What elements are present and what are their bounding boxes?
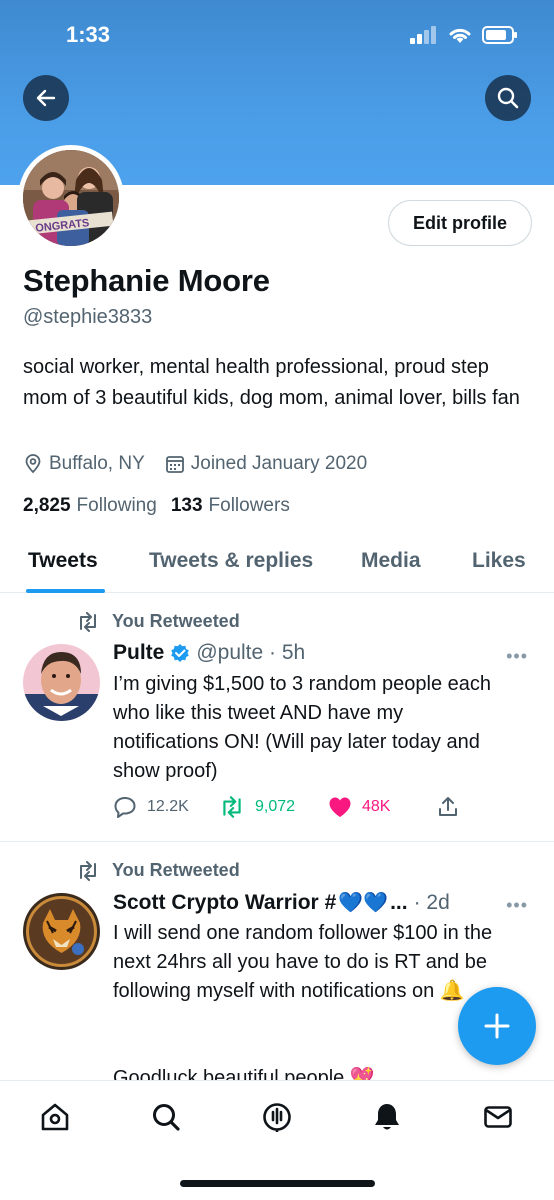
tweet-name-ellipsis: ... — [390, 890, 408, 914]
retweet-label: You Retweeted — [112, 860, 240, 880]
location-text: Buffalo, NY — [49, 453, 145, 474]
nav-home[interactable] — [37, 1099, 73, 1135]
reply-count: 12.2K — [147, 798, 189, 815]
tweet-handle-time: · 2d — [413, 890, 450, 914]
back-button[interactable] — [23, 75, 69, 121]
tweet-text: I’m giving $1,500 to 3 random people eac… — [113, 673, 492, 782]
wifi-icon — [449, 28, 471, 43]
followers-link[interactable]: 133 Followers — [171, 495, 290, 517]
nav-notifications[interactable] — [369, 1099, 405, 1135]
retweet-count: 9,072 — [255, 798, 296, 815]
profile-joined: Joined January 2020 — [165, 453, 367, 475]
share-button[interactable] — [437, 796, 459, 818]
followers-label: Followers — [208, 495, 290, 516]
like-count: 48K — [362, 798, 391, 815]
back-arrow-icon — [36, 89, 56, 107]
author-photo — [23, 893, 100, 970]
joined-text: Joined January 2020 — [190, 453, 368, 474]
calendar-icon — [165, 456, 184, 473]
share-icon — [439, 797, 457, 816]
battery-icon — [482, 26, 517, 44]
retweet-context: You Retweeted — [76, 860, 240, 881]
retweet-context: You Retweeted — [76, 611, 240, 632]
edit-profile-button[interactable]: Edit profile — [388, 200, 532, 246]
profile-avatar[interactable]: ONGRATS — [18, 145, 124, 251]
tweet-item[interactable]: You Retweeted Pulte @pulte · 5h ••• I’m … — [0, 594, 554, 842]
search-icon — [497, 87, 519, 109]
following-count: 2,825 — [23, 495, 71, 516]
nav-explore[interactable] — [148, 1099, 184, 1135]
following-label: Following — [76, 495, 157, 516]
home-icon — [41, 1103, 69, 1131]
nav-spaces[interactable] — [259, 1099, 295, 1135]
retweet-label: You Retweeted — [112, 611, 240, 631]
tweet-author-name[interactable]: Pulte — [113, 641, 164, 665]
retweet-icon — [223, 796, 241, 818]
heart-icon — [329, 797, 351, 817]
retweet-icon — [80, 611, 96, 632]
tab-media[interactable]: Media — [361, 549, 421, 573]
search-button[interactable] — [485, 75, 531, 121]
profile-tabs: Tweets Tweets & replies Media Likes — [0, 540, 554, 593]
notifications-bell-icon — [375, 1104, 399, 1130]
profile-location: Buffalo, NY — [23, 453, 145, 475]
tweet-handle-time: @pulte · 5h — [196, 641, 306, 664]
compose-plus-icon — [484, 1013, 510, 1039]
cellular-signal-icon — [410, 26, 436, 44]
reply-icon — [114, 797, 136, 818]
spaces-icon — [263, 1103, 291, 1132]
follow-stats: 2,825 Following 133 Followers — [23, 495, 304, 517]
home-indicator — [180, 1180, 375, 1187]
like-button[interactable]: 48K — [328, 796, 390, 818]
tweet-more-button[interactable]: ••• — [506, 646, 528, 667]
active-tab-indicator — [26, 589, 105, 593]
messages-envelope-icon — [484, 1106, 512, 1128]
tweet-author-avatar[interactable] — [23, 644, 100, 721]
tweet-more-button[interactable]: ••• — [506, 895, 528, 916]
tab-tweets[interactable]: Tweets — [28, 549, 98, 573]
status-time: 1:33 — [66, 22, 111, 47]
profile-bio: social worker, mental health professiona… — [23, 356, 520, 409]
tweet-header: Pulte @pulte · 5h — [113, 641, 305, 665]
explore-search-icon — [153, 1104, 180, 1131]
tweet-author-emoji: 💙💙 — [338, 892, 389, 914]
profile-meta: Buffalo, NY Joined January 2020 — [23, 453, 387, 475]
status-icons — [410, 26, 518, 44]
followers-count: 133 — [170, 495, 203, 516]
tweet-author-name[interactable]: Scott Crypto Warrior # — [113, 891, 336, 915]
tab-tweets-replies[interactable]: Tweets & replies — [149, 549, 313, 573]
reply-button[interactable]: 12.2K — [113, 796, 189, 818]
retweet-button[interactable]: 9,072 — [219, 796, 295, 818]
location-icon — [25, 454, 41, 474]
tab-likes[interactable]: Likes — [472, 549, 526, 573]
tweet-author-avatar[interactable] — [23, 893, 100, 970]
avatar-photo: ONGRATS — [23, 150, 119, 246]
tweet-text: I will send one random follower $100 in … — [113, 922, 493, 1002]
following-link[interactable]: 2,825 Following — [23, 495, 157, 517]
verified-icon — [171, 644, 190, 662]
author-photo — [23, 644, 100, 721]
nav-messages[interactable] — [480, 1099, 516, 1135]
profile-name: Stephanie Moore — [23, 263, 270, 298]
profile-handle: @stephie3833 — [23, 306, 153, 328]
retweet-icon — [80, 860, 96, 881]
compose-tweet-button[interactable] — [458, 987, 536, 1065]
tweet-header: Scott Crypto Warrior # 💙💙 ... · 2d — [113, 890, 450, 915]
